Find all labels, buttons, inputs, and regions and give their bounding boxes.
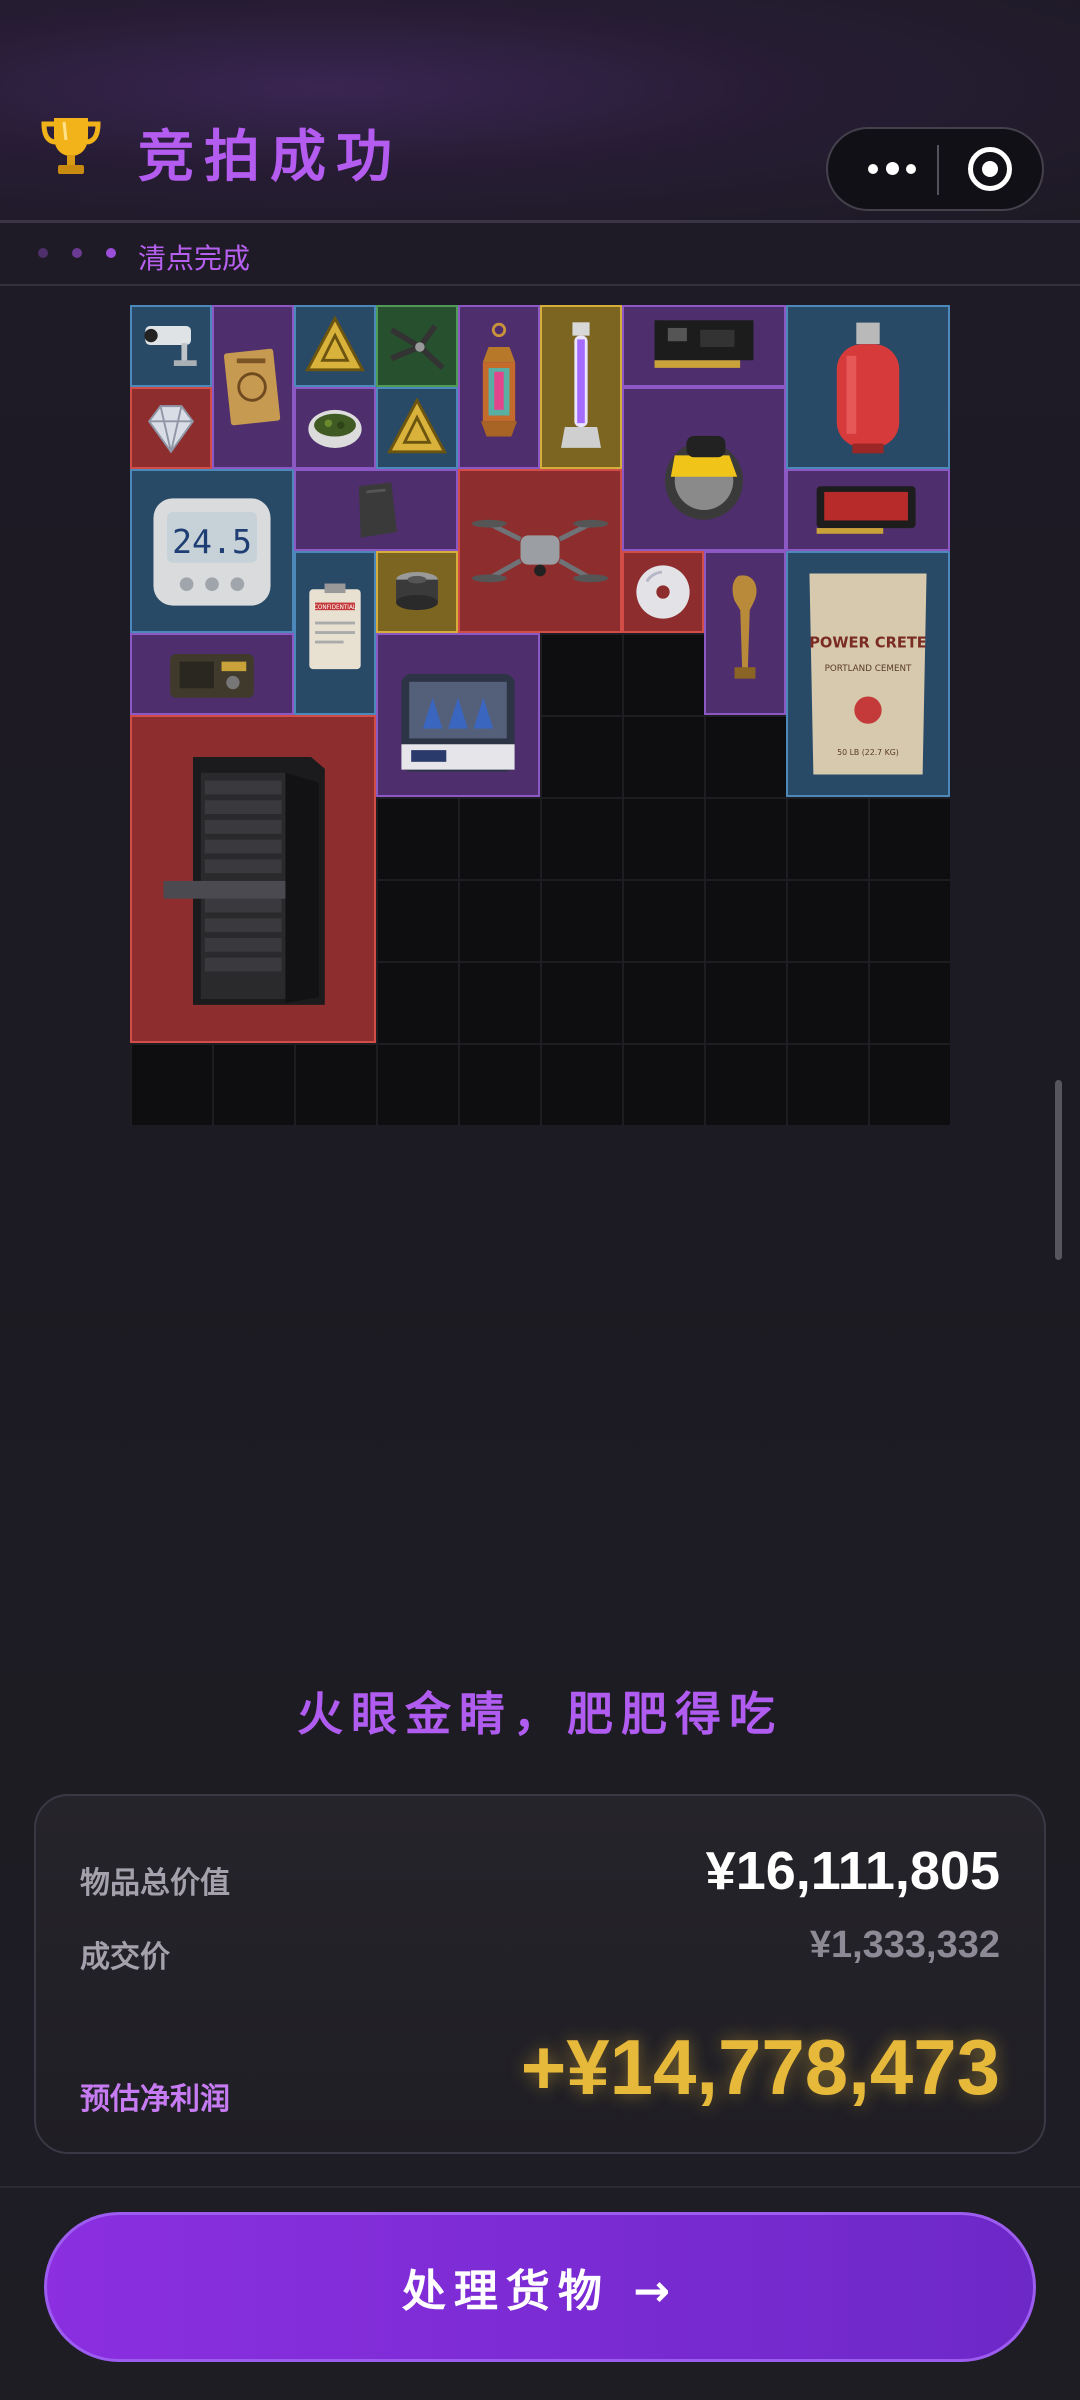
item-thermometer[interactable]: 24.5 bbox=[130, 469, 294, 633]
page-title: 竞拍成功 bbox=[138, 125, 402, 190]
item-clipboard[interactable]: CONFIDENTIAL bbox=[294, 551, 376, 715]
profit-label: 预估净利润 bbox=[80, 2082, 230, 2117]
item-stone-shard[interactable] bbox=[294, 469, 458, 551]
footer-divider bbox=[0, 2186, 1080, 2188]
item-gas-cylinder[interactable] bbox=[786, 305, 950, 469]
item-server-rack[interactable] bbox=[130, 715, 376, 1043]
total-value-label: 物品总价值 bbox=[80, 1866, 230, 1901]
status-text: 清点完成 bbox=[138, 242, 251, 275]
capsule-divider bbox=[937, 145, 939, 195]
status-dot bbox=[38, 248, 48, 258]
clipboard-label: CONFIDENTIAL bbox=[314, 605, 357, 611]
cement-brand: POWER CRETE bbox=[809, 635, 927, 652]
status-dot bbox=[72, 248, 82, 258]
target-icon[interactable] bbox=[968, 147, 1012, 191]
item-diamond[interactable] bbox=[130, 387, 212, 469]
more-icon[interactable] bbox=[856, 129, 936, 209]
item-lantern[interactable] bbox=[458, 305, 540, 469]
item-herb-bowl[interactable] bbox=[294, 387, 376, 469]
mini-program-capsule[interactable] bbox=[826, 127, 1044, 211]
item-drone[interactable] bbox=[458, 469, 622, 633]
cement-type: PORTLAND CEMENT bbox=[825, 664, 912, 674]
item-radio[interactable] bbox=[130, 633, 294, 715]
inventory-grid: 24.5 CONFIDENTIAL POWER CRETE PORTLAND CE… bbox=[130, 305, 950, 1125]
profit-value: +¥14,778,473 bbox=[520, 2023, 1000, 2111]
item-lab-shaker[interactable] bbox=[376, 633, 540, 797]
header-bar: 竞拍成功 bbox=[0, 0, 1080, 223]
status-row: 清点完成 bbox=[0, 222, 1080, 286]
item-cd-disc[interactable] bbox=[622, 551, 704, 633]
item-pliers[interactable] bbox=[376, 305, 458, 387]
status-dot bbox=[106, 248, 116, 258]
item-circular-saw[interactable] bbox=[622, 387, 786, 551]
deal-price: ¥1,333,332 bbox=[809, 1924, 1000, 1966]
item-filter-canister[interactable] bbox=[376, 551, 458, 633]
item-bronze-statue[interactable] bbox=[704, 551, 786, 715]
item-security-camera[interactable] bbox=[130, 305, 212, 387]
process-goods-button[interactable]: 处理货物 → bbox=[44, 2212, 1036, 2362]
deal-price-label: 成交价 bbox=[80, 1940, 170, 1975]
item-warning-sign[interactable] bbox=[376, 387, 458, 469]
item-uv-lamp[interactable] bbox=[540, 305, 622, 469]
item-circuit-board[interactable] bbox=[622, 305, 786, 387]
cement-weight: 50 LB (22.7 KG) bbox=[837, 748, 899, 757]
item-warning-sign[interactable] bbox=[294, 305, 376, 387]
slogan: 火眼金睛，肥肥得吃 bbox=[297, 1687, 783, 1741]
trophy-icon bbox=[41, 118, 101, 174]
summary-card: 物品总价值 ¥16,111,805 成交价 ¥1,333,332 预估净利润 +… bbox=[34, 1794, 1046, 2154]
item-graphics-card[interactable] bbox=[786, 469, 950, 551]
total-value: ¥16,111,805 bbox=[705, 1841, 1000, 1901]
scrollbar[interactable] bbox=[1055, 1080, 1062, 1260]
item-document-folder[interactable] bbox=[212, 305, 294, 469]
thermometer-reading: 24.5 bbox=[172, 522, 252, 561]
item-cement-bag[interactable]: POWER CRETE PORTLAND CEMENT 50 LB (22.7 KG… bbox=[786, 551, 950, 797]
